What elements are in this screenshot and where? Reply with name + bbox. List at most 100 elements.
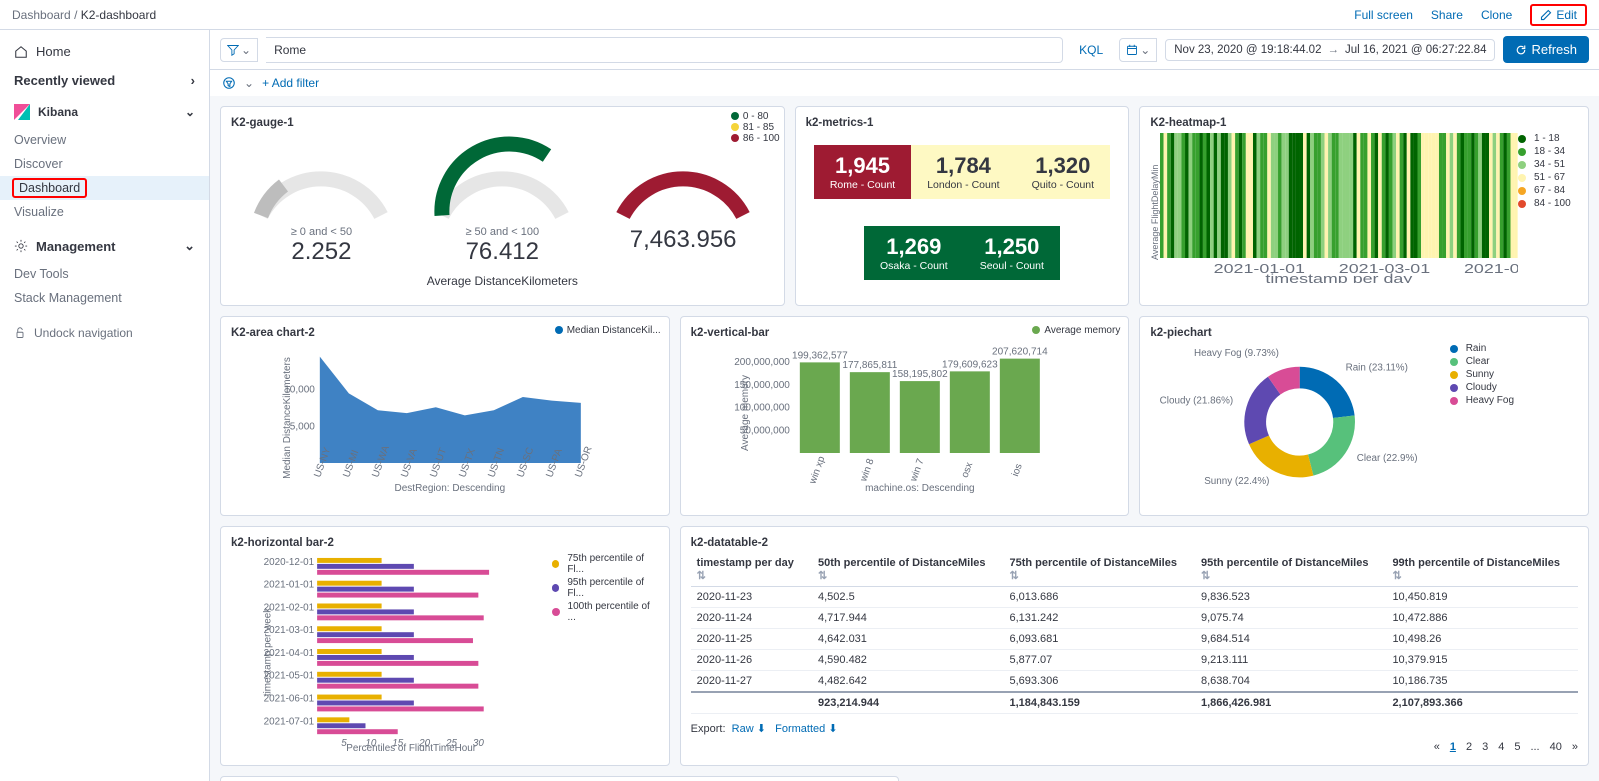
main: ⌄ KQL ⌄ Nov 23, 2020 @ 19:18:44.02 → Jul… [210, 30, 1599, 781]
panel-hbar: k2-horizontal bar-2 2020-12-01 2021-01-01… [220, 526, 670, 766]
axis-ylabel: Average FlightDelayMin [1150, 133, 1160, 291]
page-link[interactable]: 40 [1550, 741, 1562, 753]
svg-text:Rain (23.11%): Rain (23.11%) [1346, 362, 1408, 373]
svg-text:ios: ios [1010, 462, 1025, 478]
svg-text:Average memory: Average memory [739, 375, 750, 451]
date-quick-button[interactable]: ⌄ [1119, 38, 1157, 62]
fullscreen-link[interactable]: Full screen [1354, 8, 1413, 22]
svg-text:207,620,714: 207,620,714 [992, 347, 1048, 358]
pie-chart: Rain (23.11%)Clear (22.9%)Sunny (22.4%)C… [1150, 343, 1449, 501]
area-legend: Median DistanceKil... [555, 325, 661, 336]
download-icon: ⬇ [757, 723, 766, 735]
pie-legend: RainClearSunnyCloudyHeavy Fog [1450, 343, 1578, 501]
metric-card: 1,269Osaka - Count [864, 226, 964, 280]
query-bar: ⌄ KQL ⌄ Nov 23, 2020 @ 19:18:44.02 → Jul… [210, 30, 1599, 70]
sidebar-item-dashboard[interactable]: Dashboard [0, 176, 209, 200]
sidebar-item-stackmgmt[interactable]: Stack Management [0, 286, 209, 310]
table-header[interactable]: 75th percentile of DistanceMiles ⇅ [1003, 553, 1194, 587]
chevron-down-icon: ⌄ [244, 76, 254, 90]
pagination: « 12345... 40 » [691, 741, 1578, 753]
page-next[interactable]: » [1572, 741, 1578, 753]
vbar-chart: 50,000,000100,000,000150,000,000200,000,… [691, 343, 1119, 493]
svg-text:Cloudy (21.86%): Cloudy (21.86%) [1160, 395, 1233, 406]
page-prev[interactable]: « [1434, 741, 1440, 753]
svg-text:2021-01-01: 2021-01-01 [264, 580, 315, 591]
svg-text:win 7: win 7 [908, 457, 927, 484]
page-link[interactable]: 1 [1450, 741, 1456, 753]
chevron-down-icon: ⌄ [241, 43, 251, 57]
svg-text:machine.os: Descending: machine.os: Descending [865, 483, 975, 493]
chevron-down-icon: ⌄ [1140, 43, 1150, 57]
page-link[interactable]: 3 [1482, 741, 1488, 753]
page-link[interactable]: 5 [1514, 741, 1520, 753]
sidebar-item-overview[interactable]: Overview [0, 128, 209, 152]
panel-pie: k2-piechart Rain (23.11%)Clear (22.9%)Su… [1139, 316, 1589, 516]
datatable: timestamp per day ⇅50th percentile of Di… [691, 553, 1578, 714]
table-header[interactable]: 99th percentile of DistanceMiles ⇅ [1386, 553, 1578, 587]
heatmap-legend: 1 - 1818 - 3434 - 5151 - 6767 - 8484 - 1… [1518, 133, 1578, 291]
undock-nav[interactable]: Undock navigation [0, 320, 209, 346]
table-row: 2020-11-234,502.56,013.6869,836.52310,45… [691, 587, 1578, 608]
heatmap-chart: 2021-01-012021-03-012021-05-01timestamp … [1160, 133, 1518, 283]
breadcrumb-root[interactable]: Dashboard [12, 8, 71, 22]
metric-card: 1,320Quito - Count [1016, 145, 1110, 199]
page-link[interactable]: ... [1530, 741, 1539, 753]
svg-text:Clear (22.9%): Clear (22.9%) [1357, 453, 1418, 464]
sidebar-item-discover[interactable]: Discover [0, 152, 209, 176]
page-link[interactable]: 2 [1466, 741, 1472, 753]
panel-title: k2-datatable-2 [691, 537, 1578, 549]
panel-heatmap: K2-heatmap-1 Average FlightDelayMin 2021… [1139, 106, 1589, 306]
svg-text:osx: osx [959, 461, 975, 479]
table-row: 2020-11-244,717.9446,131.2429,075.7410,4… [691, 608, 1578, 629]
sidebar: Home Recently viewed › Kibana ⌄ Overview… [0, 30, 210, 781]
svg-text:2021-05-01: 2021-05-01 [1464, 262, 1518, 276]
svg-text:Median DistanceKilometers: Median DistanceKilometers [282, 357, 293, 479]
refresh-button[interactable]: Refresh [1503, 36, 1589, 63]
table-header[interactable]: 95th percentile of DistanceMiles ⇅ [1195, 553, 1386, 587]
table-row: 2020-11-264,590.4825,877.079,213.11110,3… [691, 650, 1578, 671]
svg-text:2020-12-01: 2020-12-01 [264, 557, 315, 568]
hbar-chart: 2020-12-012021-01-012021-02-012021-03-01… [231, 553, 552, 751]
gear-icon [14, 239, 28, 253]
page-link[interactable]: 4 [1498, 741, 1504, 753]
recently-viewed-header[interactable]: Recently viewed › [0, 65, 209, 96]
sidebar-home[interactable]: Home [0, 38, 209, 65]
svg-text:win 8: win 8 [858, 457, 877, 484]
table-row: 2020-11-274,482.6425,693.3068,638.70410,… [691, 671, 1578, 693]
table-header[interactable]: timestamp per day ⇅ [691, 553, 812, 587]
export-formatted-link[interactable]: Formatted ⬇ [775, 723, 837, 735]
chevron-right-icon: › [191, 73, 195, 88]
filter-bar: ⌄ + Add filter [210, 70, 1599, 96]
gauge-0: ≥ 0 and < 50 2.252 [246, 133, 396, 266]
svg-text:win xp: win xp [807, 455, 828, 487]
metric-card: 1,784London - Count [911, 145, 1015, 199]
search-input[interactable] [266, 37, 1063, 63]
panel-gauge: K2-gauge-1 0 - 8081 - 8586 - 100 ≥ 0 and… [220, 106, 785, 306]
vbar-legend: Average memory [1032, 325, 1120, 336]
export-row: Export: Raw ⬇ Formatted ⬇ [691, 722, 1578, 735]
table-header[interactable]: 50th percentile of DistanceMiles ⇅ [812, 553, 1003, 587]
date-range-picker[interactable]: Nov 23, 2020 @ 19:18:44.02 → Jul 16, 202… [1165, 39, 1495, 61]
add-filter-button[interactable]: + Add filter [262, 76, 319, 90]
edit-button[interactable]: Edit [1530, 4, 1587, 26]
clone-link[interactable]: Clone [1481, 8, 1512, 22]
kibana-header[interactable]: Kibana ⌄ [0, 96, 209, 128]
gauge-2: 7,463.956 [608, 133, 758, 266]
management-header[interactable]: Management ⌄ [0, 230, 209, 262]
lock-icon [14, 327, 26, 339]
query-options-button[interactable]: ⌄ [220, 38, 258, 62]
filter-icon[interactable] [222, 76, 236, 90]
share-link[interactable]: Share [1431, 8, 1463, 22]
topbar: Dashboard / K2-dashboard Full screen Sha… [0, 0, 1599, 30]
panel-title: k2-horizontal bar-2 [231, 537, 659, 549]
kql-toggle[interactable]: KQL [1071, 43, 1111, 57]
gauge-legend: 0 - 8081 - 8586 - 100 [731, 111, 780, 144]
dashboard-canvas: K2-gauge-1 0 - 8081 - 8586 - 100 ≥ 0 and… [210, 96, 1599, 781]
breadcrumb-current: K2-dashboard [81, 8, 156, 22]
svg-text:2021-07-01: 2021-07-01 [264, 716, 315, 727]
export-raw-link[interactable]: Raw ⬇ [732, 723, 766, 735]
sidebar-item-visualize[interactable]: Visualize [0, 200, 209, 224]
panel-title: K2-heatmap-1 [1150, 117, 1578, 129]
sidebar-item-devtools[interactable]: Dev Tools [0, 262, 209, 286]
panel-title: k2-piechart [1150, 327, 1578, 339]
